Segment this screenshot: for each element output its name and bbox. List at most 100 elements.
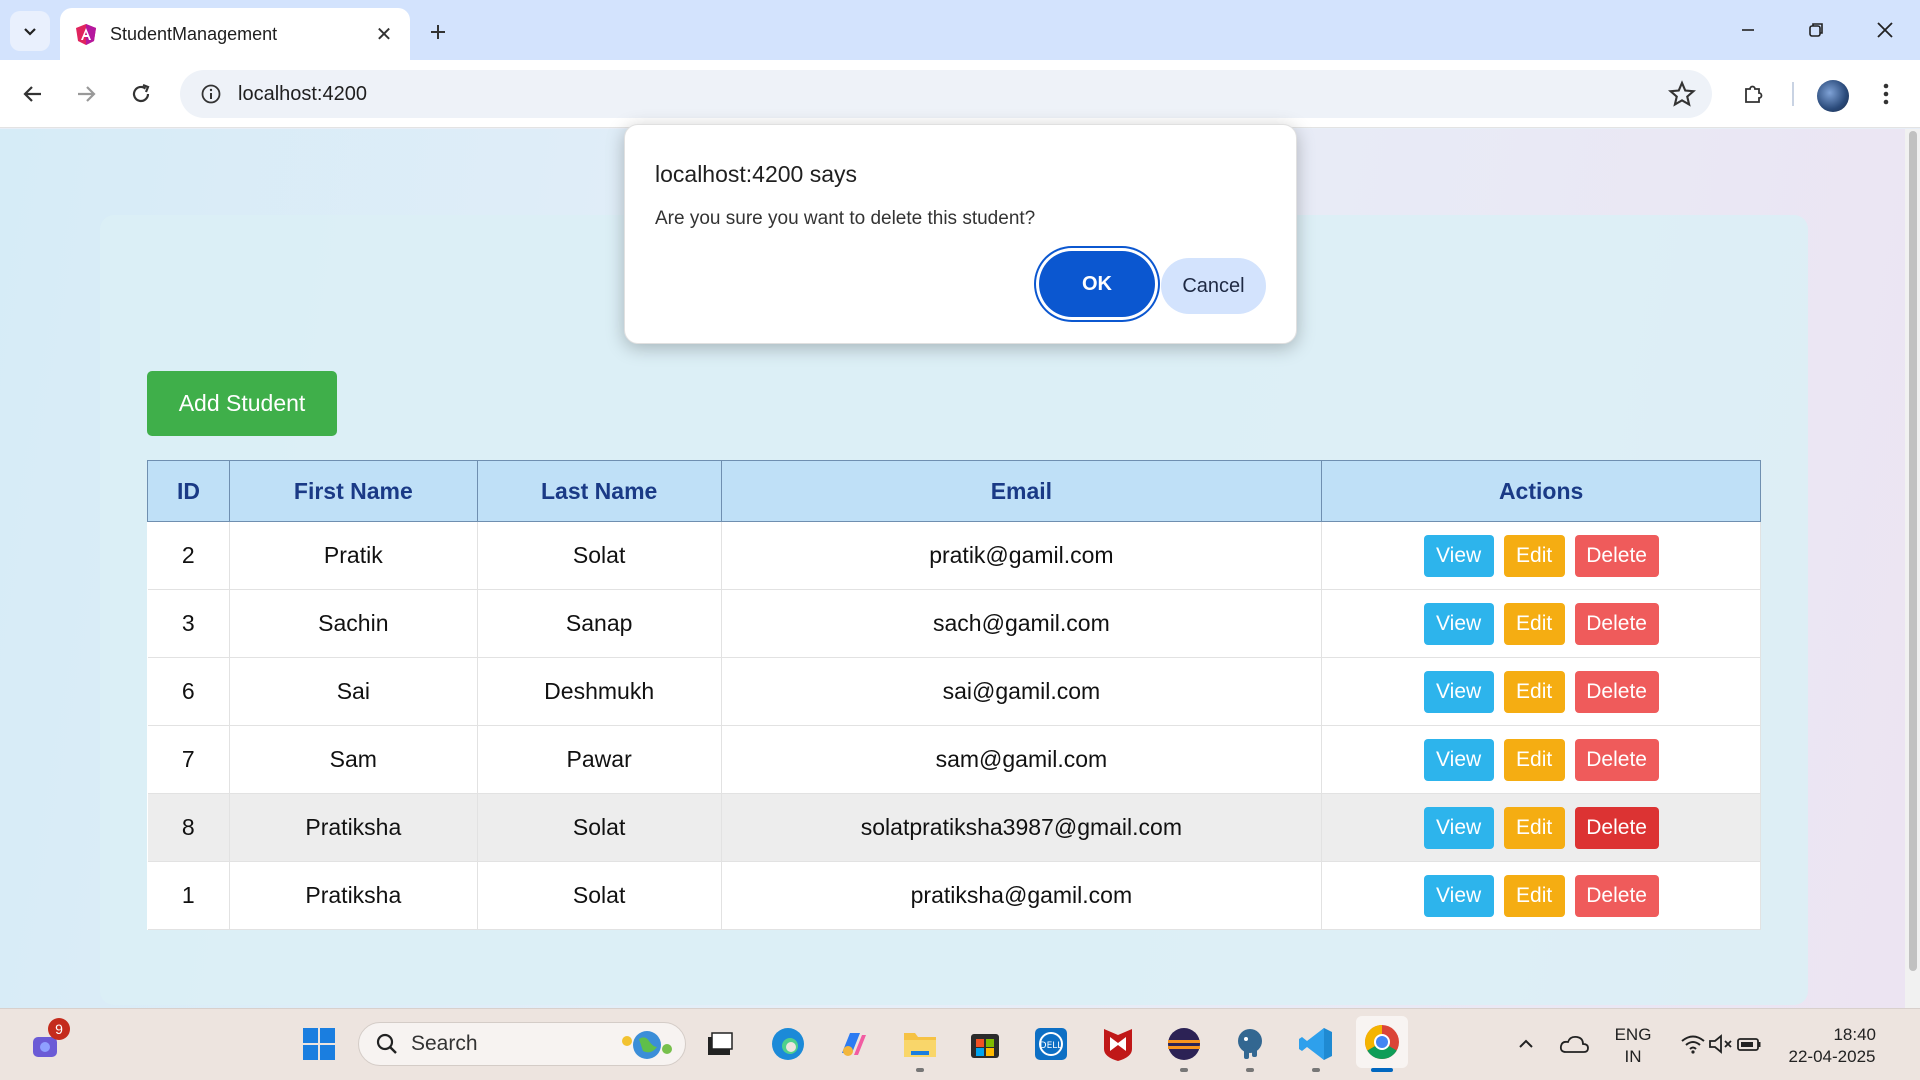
delete-button[interactable]: Delete (1574, 534, 1659, 577)
wifi-icon (1681, 1035, 1705, 1054)
view-button[interactable]: View (1423, 874, 1494, 917)
chevron-up-icon[interactable] (1504, 1022, 1548, 1066)
cell-id: 2 (147, 521, 230, 590)
edge-icon[interactable] (766, 1022, 810, 1066)
browser-menu-button[interactable] (1866, 74, 1906, 114)
cell-last-name: Pawar (477, 725, 722, 794)
edit-button[interactable]: Edit (1503, 670, 1565, 713)
cell-last-name: Deshmukh (477, 657, 722, 726)
close-tab-icon[interactable]: ✕ (372, 22, 396, 47)
restore-button[interactable] (1788, 8, 1844, 52)
view-button[interactable]: View (1423, 738, 1494, 781)
postgresql-icon[interactable] (1228, 1022, 1272, 1066)
cell-id: 7 (147, 725, 230, 794)
column-header-last-name: Last Name (476, 460, 722, 522)
language-text: ENG (1614, 1025, 1652, 1044)
chrome-icon[interactable] (1356, 1016, 1408, 1068)
back-button[interactable] (13, 74, 53, 114)
address-bar[interactable]: localhost:4200 (180, 70, 1712, 118)
running-indicator (916, 1068, 924, 1072)
reload-icon (132, 83, 150, 103)
table-row-hovered: 8 Pratiksha Solat solatpratiksha3987@gma… (147, 793, 1761, 862)
file-explorer-icon[interactable] (898, 1022, 942, 1066)
cell-actions: View Edit Delete (1321, 589, 1761, 658)
cell-actions: View Edit Delete (1321, 521, 1761, 590)
bookmark-star-icon[interactable] (1668, 80, 1696, 108)
onedrive-icon[interactable] (1552, 1022, 1596, 1066)
add-student-button[interactable]: Add Student (147, 371, 337, 436)
microsoft-store-icon[interactable] (963, 1022, 1007, 1066)
task-view-icon[interactable] (698, 1022, 742, 1066)
view-button[interactable]: View (1423, 670, 1494, 713)
clock[interactable]: 18:40 22-04-2025 (1782, 1024, 1882, 1068)
notification-badge: 9 (48, 1018, 70, 1040)
site-info-icon[interactable] (196, 79, 226, 109)
forward-button[interactable] (66, 74, 106, 114)
cell-email: pratiksha@gamil.com (721, 861, 1323, 930)
page-scrollbar[interactable] (1905, 129, 1920, 1008)
arrow-right-icon (78, 86, 96, 102)
column-header-email: Email (720, 460, 1323, 522)
view-button[interactable]: View (1423, 534, 1494, 577)
table-row: 6 Sai Deshmukh sai@gamil.com View Edit D… (147, 657, 1761, 726)
cell-first-name: Pratik (229, 521, 478, 590)
edit-button[interactable]: Edit (1503, 534, 1565, 577)
restore-icon (1809, 23, 1823, 37)
delete-button[interactable]: Delete (1574, 670, 1659, 713)
close-window-button[interactable] (1857, 8, 1913, 52)
tab-title: StudentManagement (110, 23, 278, 44)
cell-email: pratik@gamil.com (721, 521, 1323, 590)
cell-email: sam@gamil.com (721, 725, 1323, 794)
edit-button[interactable]: Edit (1503, 874, 1565, 917)
cell-email: sai@gamil.com (721, 657, 1323, 726)
delete-button[interactable]: Delete (1574, 806, 1659, 849)
running-indicator (1246, 1068, 1254, 1072)
browser-tab[interactable]: StudentManagement ✕ (60, 8, 410, 60)
delete-button[interactable]: Delete (1574, 602, 1659, 645)
system-tray-status[interactable] (1666, 1022, 1776, 1066)
puzzle-icon (1745, 85, 1763, 103)
ok-button[interactable]: OK (1039, 251, 1155, 317)
clock-date: 22-04-2025 (1788, 1047, 1876, 1066)
cell-id: 3 (147, 589, 230, 658)
cell-first-name: Pratiksha (229, 861, 478, 930)
dell-icon[interactable]: DELL (1029, 1022, 1073, 1066)
table-row: 2 Pratik Solat pratik@gamil.com View Edi… (147, 521, 1761, 590)
dialog-title: localhost:4200 says (655, 161, 858, 187)
edit-button[interactable]: Edit (1503, 806, 1565, 849)
view-button[interactable]: View (1423, 806, 1494, 849)
reload-button[interactable] (121, 74, 161, 114)
extensions-button[interactable] (1733, 74, 1773, 114)
delete-button[interactable]: Delete (1574, 738, 1659, 781)
edit-button[interactable]: Edit (1503, 602, 1565, 645)
browser-toolbar: localhost:4200 (0, 60, 1920, 128)
cell-last-name: Solat (477, 521, 722, 590)
running-indicator-active (1371, 1068, 1393, 1072)
cell-email: solatpratiksha3987@gmail.com (721, 793, 1323, 862)
cell-first-name: Pratiksha (229, 793, 478, 862)
scrollbar-thumb[interactable] (1909, 131, 1917, 971)
table-row: 7 Sam Pawar sam@gamil.com View Edit Dele… (147, 725, 1761, 794)
cancel-button[interactable]: Cancel (1161, 258, 1266, 314)
cell-actions: View Edit Delete (1321, 861, 1761, 930)
vscode-icon[interactable] (1294, 1022, 1338, 1066)
windows-start-icon[interactable] (297, 1022, 341, 1066)
search-placeholder: Search (411, 1032, 478, 1055)
more-vertical-icon (1883, 83, 1889, 105)
view-button[interactable]: View (1423, 602, 1494, 645)
tab-search-dropdown[interactable] (10, 11, 50, 51)
url-text: localhost:4200 (238, 82, 367, 105)
eclipse-icon[interactable] (1162, 1022, 1206, 1066)
language-indicator[interactable]: ENG IN (1604, 1024, 1662, 1068)
column-header-actions: Actions (1321, 460, 1761, 522)
taskbar-search[interactable]: Search (358, 1022, 686, 1066)
edit-button[interactable]: Edit (1503, 738, 1565, 781)
mcafee-icon[interactable] (1096, 1022, 1140, 1066)
table-row: 3 Sachin Sanap sach@gamil.com View Edit … (147, 589, 1761, 658)
new-tab-button[interactable] (420, 14, 456, 50)
minimize-button[interactable] (1720, 8, 1776, 52)
plus-icon (431, 25, 445, 39)
copilot-icon[interactable] (831, 1022, 875, 1066)
profile-avatar[interactable] (1817, 80, 1849, 112)
delete-button[interactable]: Delete (1574, 874, 1659, 917)
